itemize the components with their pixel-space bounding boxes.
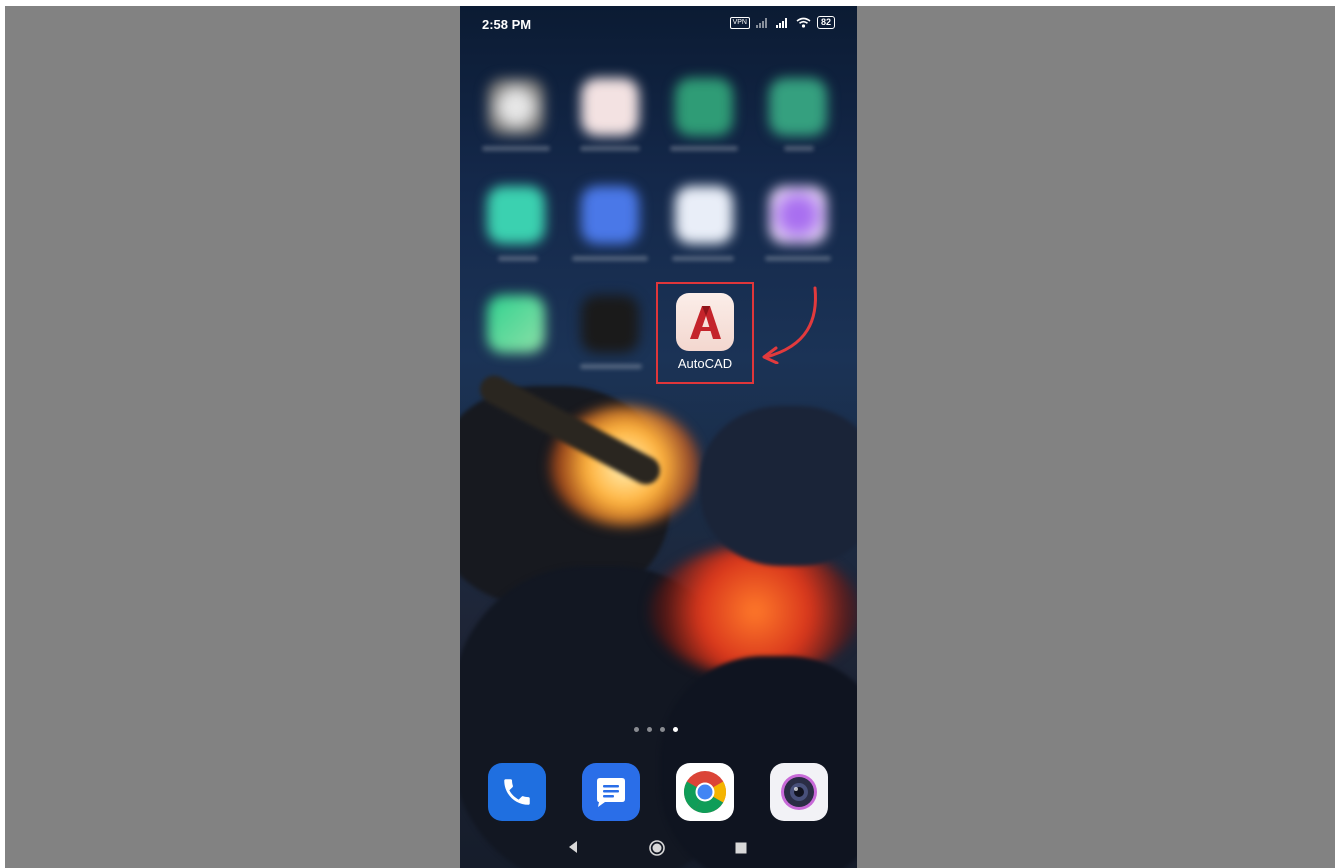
signal-weak-icon (755, 17, 767, 28)
battery-icon: 82 (816, 16, 835, 29)
blurred-app-label (498, 256, 538, 261)
chrome-app-button[interactable] (676, 763, 734, 821)
blurred-app-icon[interactable] (769, 186, 827, 244)
blurred-app-icon[interactable] (581, 186, 639, 244)
blurred-app-label (784, 146, 814, 151)
message-icon (597, 778, 625, 807)
blurred-app-label (670, 146, 738, 151)
camera-icon (781, 774, 817, 810)
blurred-app-icon[interactable] (675, 186, 733, 244)
blurred-app-label (572, 256, 648, 261)
chrome-icon (683, 771, 726, 814)
blurred-app-icon[interactable] (487, 295, 545, 353)
autocad-app-button[interactable] (676, 293, 734, 351)
navigation-bar (460, 834, 857, 868)
page-dot[interactable] (647, 727, 652, 732)
annotation-arrow-icon (762, 286, 817, 364)
blurred-app-label (580, 364, 642, 369)
recents-icon[interactable] (735, 842, 747, 854)
blurred-app-icon[interactable] (769, 78, 827, 136)
status-time: 2:58 PM (482, 17, 532, 32)
phone-icon (504, 779, 530, 805)
autocad-app-label: AutoCAD (677, 356, 733, 371)
phone-screen: 2:58 PM VPN 82 AutoCAD (460, 6, 857, 868)
camera-app-button[interactable] (770, 763, 828, 821)
page-indicator (634, 727, 678, 732)
page-dot-active[interactable] (673, 727, 678, 732)
blurred-app-label (672, 256, 734, 261)
home-icon[interactable] (648, 839, 666, 857)
messages-app-button[interactable] (582, 763, 640, 821)
back-icon[interactable] (567, 840, 579, 854)
page-dot[interactable] (660, 727, 665, 732)
blurred-app-icon[interactable] (487, 186, 545, 244)
blurred-app-icon[interactable] (581, 295, 639, 353)
autocad-icon (690, 306, 721, 339)
status-icons: VPN 82 (729, 16, 835, 29)
signal-icon (775, 17, 787, 28)
page-dot[interactable] (634, 727, 639, 732)
blurred-app-label (765, 256, 831, 261)
wifi-icon (796, 17, 811, 28)
blurred-app-icon[interactable] (487, 78, 545, 136)
status-bar: 2:58 PM VPN 82 (460, 6, 857, 42)
blurred-app-label (482, 146, 550, 151)
wallpaper-rock (700, 406, 857, 566)
phone-app-button[interactable] (488, 763, 546, 821)
blurred-app-icon[interactable] (675, 78, 733, 136)
vpn-icon: VPN (729, 16, 750, 29)
blurred-app-label (580, 146, 640, 151)
blurred-app-icon[interactable] (581, 78, 639, 136)
